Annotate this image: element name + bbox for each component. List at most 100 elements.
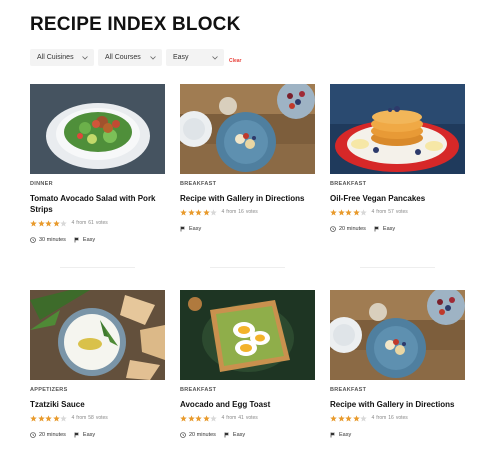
clock-icon <box>30 237 36 243</box>
rating-votes-label: votes <box>395 209 408 215</box>
star-icon <box>352 414 360 422</box>
recipe-difficulty-text: Easy <box>339 432 352 438</box>
rating-votes-count: 16 <box>388 415 394 421</box>
recipe-difficulty: Easy <box>374 226 395 232</box>
clock-icon <box>30 432 36 438</box>
recipe-title[interactable]: Tzatziki Sauce <box>30 399 165 410</box>
recipe-image-tzatziki[interactable] <box>30 290 165 380</box>
star-icon <box>45 219 52 227</box>
flag-icon <box>180 226 185 232</box>
row-divider <box>360 267 435 268</box>
star-icon <box>37 414 45 422</box>
difficulty-select[interactable]: Easy <box>166 49 224 66</box>
flag-icon <box>74 237 79 243</box>
recipe-category: DINNER <box>30 181 53 187</box>
recipe-image-breakfast-gallery[interactable] <box>330 290 465 380</box>
star-icon <box>337 208 345 216</box>
chevron-down-icon <box>149 54 157 62</box>
star-icon <box>52 414 60 422</box>
recipe-category: BREAKFAST <box>330 181 367 187</box>
recipe-time-text: 20 minutes <box>339 226 366 232</box>
rating-votes-count: 41 <box>238 415 244 421</box>
star-icon <box>330 414 337 422</box>
recipe-grid: DINNER Tomato Avocado Salad with Pork St… <box>30 84 466 476</box>
recipe-rating: 4 from 41 votes <box>180 414 315 422</box>
rating-value: 4 <box>221 209 225 215</box>
star-icon <box>195 414 202 422</box>
star-icon <box>202 414 210 422</box>
star-icon <box>360 414 367 422</box>
rating-from-label: from <box>76 220 87 226</box>
recipe-difficulty-text: Easy <box>189 226 202 232</box>
rating-from-label: from <box>376 209 387 215</box>
rating-text: 4 from 16 votes <box>222 209 260 215</box>
cuisine-select-value: All Cuisines <box>37 54 74 61</box>
clock-icon <box>180 432 186 438</box>
rating-stars <box>30 414 68 422</box>
flag-icon <box>374 226 379 232</box>
star-icon <box>45 414 52 422</box>
recipe-image-pancakes[interactable] <box>330 84 465 174</box>
recipe-time: 20 minutes <box>180 432 216 438</box>
rating-votes-label: votes <box>245 209 258 215</box>
star-icon <box>345 208 352 216</box>
course-select[interactable]: All Courses <box>98 49 162 66</box>
rating-stars <box>30 219 68 227</box>
recipe-image-breakfast-gallery[interactable] <box>180 84 315 174</box>
rating-from-label: from <box>376 415 387 421</box>
recipe-title[interactable]: Oil-Free Vegan Pancakes <box>330 193 465 204</box>
recipe-difficulty: Easy <box>74 432 95 438</box>
star-icon <box>352 208 360 216</box>
recipe-time-text: 30 minutes <box>39 237 66 243</box>
recipe-category: BREAKFAST <box>180 181 217 187</box>
star-icon <box>187 208 195 216</box>
recipe-title[interactable]: Recipe with Gallery in Directions <box>180 193 315 204</box>
recipe-difficulty: Easy <box>224 432 245 438</box>
recipe-rating: 4 from 61 votes <box>30 219 165 227</box>
recipe-title[interactable]: Recipe with Gallery in Directions <box>330 399 465 410</box>
star-icon <box>210 414 217 422</box>
recipe-card: DINNER Tomato Avocado Salad with Pork St… <box>30 84 165 243</box>
recipe-title[interactable]: Avocado and Egg Toast <box>180 399 315 410</box>
rating-text: 4 from 61 votes <box>72 220 110 226</box>
rating-value: 4 <box>71 415 75 421</box>
rating-votes-label: votes <box>245 415 258 421</box>
recipe-image-avocado-toast[interactable] <box>180 290 315 380</box>
rating-votes-label: votes <box>95 415 108 421</box>
recipe-time-text: 20 minutes <box>189 432 216 438</box>
recipe-card: BREAKFAST Oil-Free Vegan Pancakes 4 from 5… <box>330 84 465 232</box>
flag-icon <box>74 432 79 438</box>
clear-filters-link[interactable]: Clear <box>229 58 242 64</box>
star-icon <box>337 414 345 422</box>
recipe-difficulty-text: Easy <box>232 432 246 438</box>
star-icon <box>210 208 217 216</box>
recipe-title[interactable]: Tomato Avocado Salad with Pork Strips <box>30 193 165 215</box>
recipe-difficulty-text: Easy <box>382 226 396 232</box>
rating-value: 4 <box>371 415 375 421</box>
rating-value: 4 <box>371 209 375 215</box>
star-icon <box>30 414 37 422</box>
page-title: RECIPE INDEX BLOCK <box>30 14 241 35</box>
recipe-time: 30 minutes <box>30 237 66 243</box>
rating-from-label: from <box>76 415 87 421</box>
rating-stars <box>180 414 218 422</box>
recipe-time: 20 minutes <box>30 432 66 438</box>
recipe-rating: 4 from 58 votes <box>30 414 165 422</box>
rating-text: 4 from 58 votes <box>72 415 110 421</box>
rating-text: 4 from 57 votes <box>372 209 410 215</box>
row-divider <box>210 267 285 268</box>
rating-votes-count: 58 <box>88 415 94 421</box>
recipe-card: APPETIZERS Tzatziki Sauce 4 from 58 votes 2… <box>30 290 165 438</box>
recipe-rating: 4 from 16 votes <box>180 208 315 216</box>
recipe-difficulty: Easy <box>180 226 201 232</box>
star-icon <box>202 208 210 216</box>
recipe-card: BREAKFAST Recipe with Gallery in Directi… <box>330 290 465 438</box>
recipe-category: BREAKFAST <box>330 387 367 393</box>
star-icon <box>37 219 45 227</box>
rating-votes-count: 16 <box>238 209 244 215</box>
star-icon <box>187 414 195 422</box>
rating-text: 4 from 16 votes <box>372 415 410 421</box>
star-icon <box>180 208 187 216</box>
recipe-image-salad[interactable] <box>30 84 165 174</box>
cuisine-select[interactable]: All Cuisines <box>30 49 94 66</box>
